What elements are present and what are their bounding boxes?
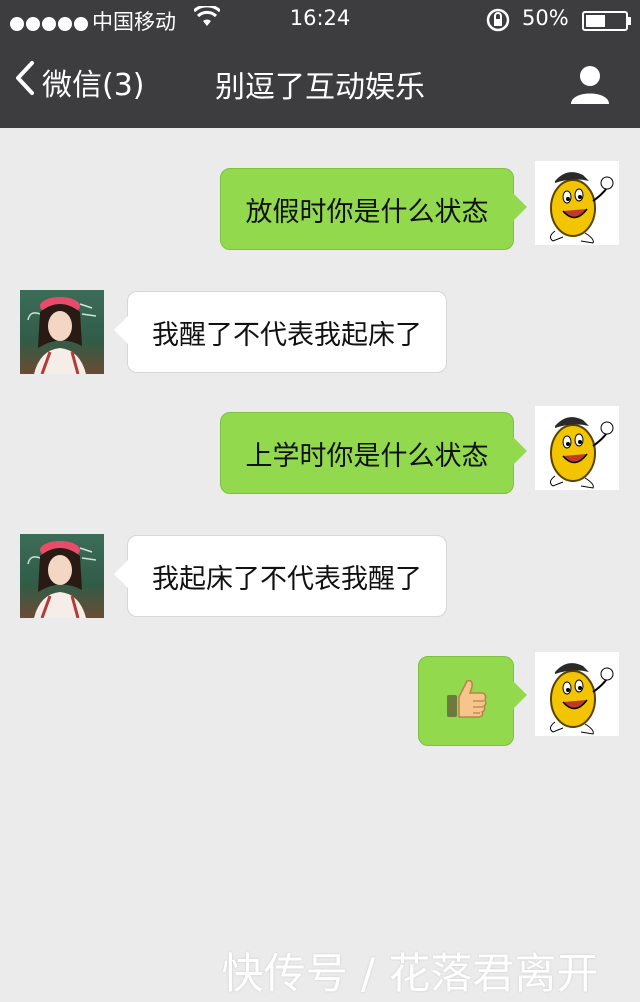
girl-avatar[interactable] [20,534,104,618]
chat-area[interactable]: 放假时你是什么状态 我醒了不代表我起床了 上学时你是什么状态 我起床了不代表我醒… [0,128,640,1002]
nav-bar: 微信(3) 别逗了互动娱乐 [0,40,640,128]
status-bar: 中国移动 16:24 50% [0,0,640,40]
rotation-lock-icon [485,7,511,38]
message-text: 我起床了不代表我醒了 [152,563,422,595]
mascot-avatar[interactable] [535,652,619,736]
thumbs-up-icon [443,675,489,728]
message-bubble[interactable]: 放假时你是什么状态 [220,168,527,250]
bubble-tail [513,193,527,221]
chat-info-button[interactable] [568,62,612,106]
bubble-tail [513,437,527,465]
message-bubble[interactable]: 我起床了不代表我醒了 [114,535,447,617]
message-bubble[interactable]: 上学时你是什么状态 [220,412,527,494]
battery-level [586,15,605,27]
app-header: 中国移动 16:24 50% 微信(3) 别逗了互动娱乐 [0,0,640,128]
mascot-avatar[interactable] [535,161,619,245]
person-icon [571,66,609,104]
message-bubble[interactable]: 我醒了不代表我起床了 [114,291,447,373]
girl-avatar[interactable] [20,290,104,374]
chat-title: 别逗了互动娱乐 [215,70,425,105]
battery-percent: 50% [522,6,569,30]
watermark-text: 快传号 / 花落君离开 [221,949,599,998]
bubble-tail [513,681,527,709]
battery-nub [628,17,631,25]
message-bubble[interactable] [418,656,527,746]
battery-icon [582,11,628,31]
message-text: 我醒了不代表我起床了 [152,319,422,351]
message-text: 放假时你是什么状态 [245,196,489,228]
message-text: 上学时你是什么状态 [245,440,489,472]
bubble-tail [114,560,128,588]
bubble-tail [114,316,128,344]
mascot-avatar[interactable] [535,406,619,490]
